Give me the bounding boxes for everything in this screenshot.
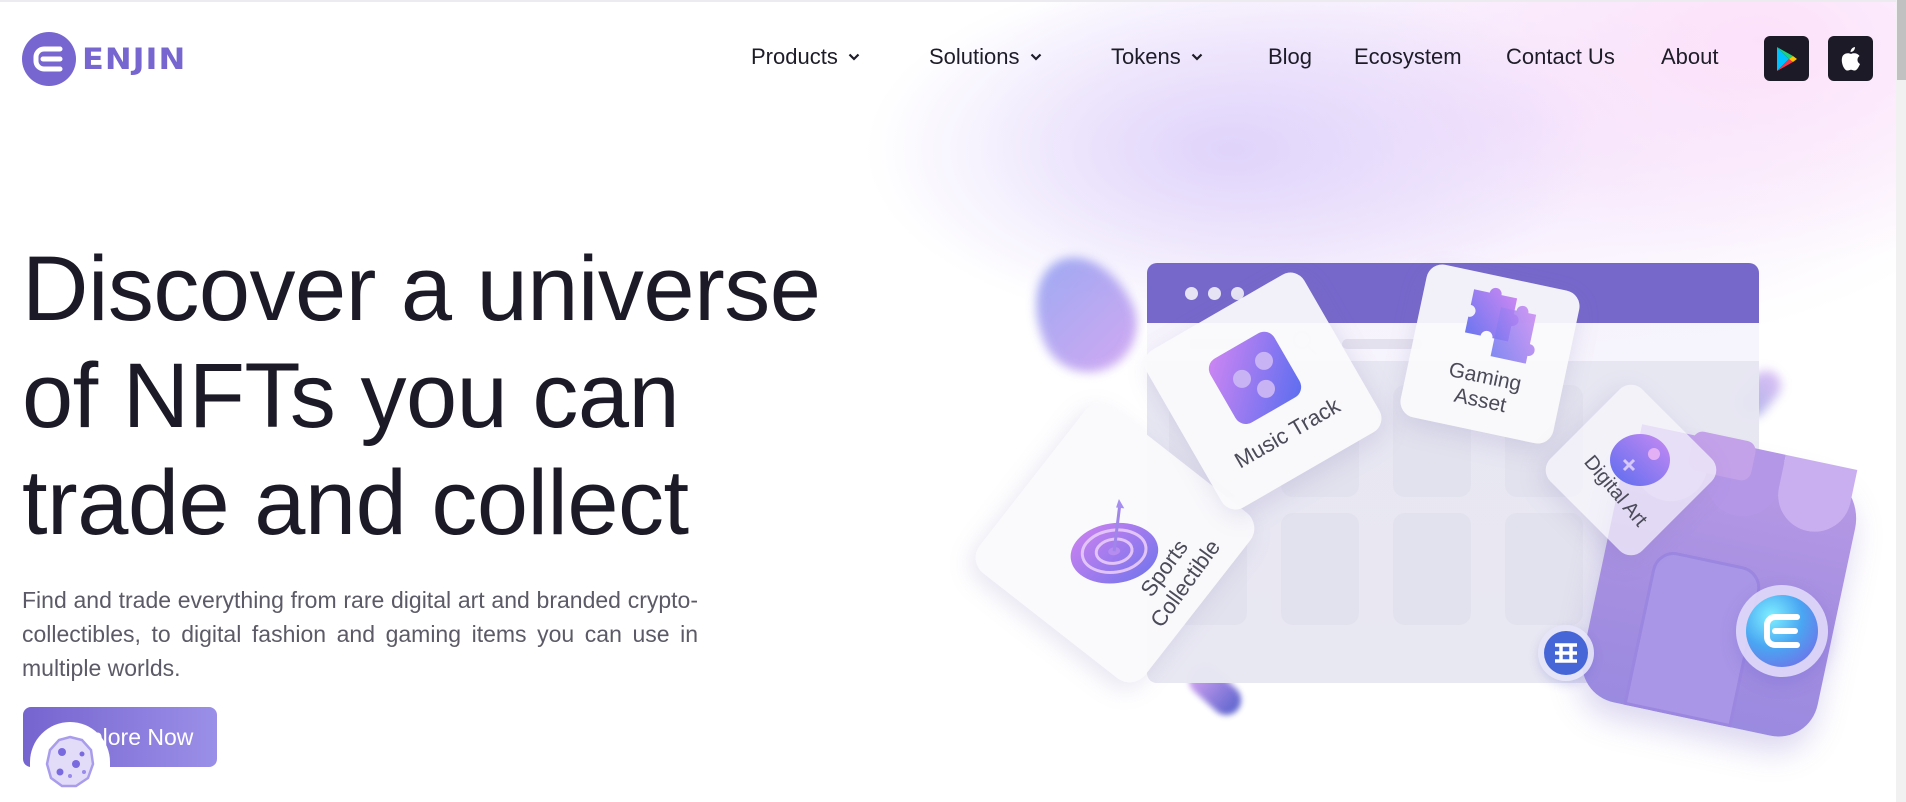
nav-contact-label: Contact Us [1506, 44, 1615, 69]
store-awning [1627, 424, 1858, 539]
brand-name: ENJIN [82, 41, 187, 77]
sports-collectible-label: Sports Collectible [1104, 492, 1246, 660]
enjin-logo[interactable]: ENJIN [22, 32, 186, 86]
browser-title-bar [1147, 263, 1759, 323]
grid-cell [1281, 385, 1359, 497]
hero-title: Discover a universe of NFTs you can trad… [22, 236, 922, 557]
nav-ecosystem-label: Ecosystem [1354, 44, 1462, 69]
nav-blog[interactable]: Blog [1268, 44, 1312, 70]
store-graphic [1574, 424, 1866, 744]
hero-description: Find and trade everything from rare digi… [22, 587, 698, 681]
enjin-coin-icon [1736, 585, 1828, 677]
window-dot [1185, 287, 1198, 300]
browser-search-row [1147, 323, 1759, 361]
decorative-blob [1015, 240, 1153, 388]
grid-cell [1505, 513, 1583, 625]
efinity-token-icon [1538, 625, 1594, 681]
search-bar-graphic [1342, 339, 1422, 349]
scrollbar-thumb[interactable] [1897, 0, 1906, 80]
nft-card-gaming-asset: Gaming Asset [1397, 261, 1583, 447]
top-border [0, 0, 1896, 2]
nft-card-digital-art [1539, 378, 1723, 562]
nft-card-sports-collectible [967, 395, 1263, 691]
google-play-icon [1776, 46, 1797, 71]
page-scrollbar[interactable] [1896, 0, 1906, 802]
nav-solutions-label: Solutions [929, 44, 1020, 69]
store-door [1623, 547, 1765, 728]
store-sign [1686, 429, 1758, 483]
google-play-button[interactable] [1764, 36, 1809, 81]
nav-tokens[interactable]: Tokens [1111, 44, 1203, 70]
grid-cell [1281, 513, 1359, 625]
browser-window-graphic [1147, 263, 1759, 683]
hero-title-line-2: of NFTs you can [22, 345, 680, 447]
digital-art-label: Digital Art [1568, 438, 1663, 545]
hero-title-line-1: Discover a universe [22, 238, 821, 340]
puzzle-icon [1464, 287, 1537, 364]
apple-icon [1841, 46, 1860, 71]
cookie-icon [45, 735, 95, 788]
sliders-icon [1208, 331, 1302, 425]
nav-contact-us[interactable]: Contact Us [1506, 44, 1615, 70]
search-bar-graphic [1189, 339, 1269, 349]
window-dot [1231, 287, 1244, 300]
nav-ecosystem[interactable]: Ecosystem [1354, 44, 1462, 70]
grid-cell [1169, 513, 1247, 625]
nav-solutions[interactable]: Solutions [929, 44, 1042, 70]
nav-blog-label: Blog [1268, 44, 1313, 69]
search-icon [1292, 330, 1317, 355]
nav-tokens-label: Tokens [1111, 44, 1181, 69]
nav-products[interactable]: Products [751, 44, 860, 70]
grid-cell [1393, 513, 1471, 625]
card-label: Sports Collectible [1135, 534, 1226, 632]
chevron-down-icon [1191, 53, 1202, 61]
chevron-down-icon [1030, 53, 1041, 61]
hero-title-line-3: trade and collect [22, 452, 689, 554]
nav-about-label: About [1661, 44, 1719, 69]
decorative-pill [1730, 364, 1788, 424]
target-icon [1070, 499, 1159, 584]
page: ENJIN Products Solutions Tokens Blog Eco… [0, 0, 1896, 802]
grid-cell [1169, 385, 1247, 497]
card-label: Gaming Asset [1446, 358, 1524, 418]
browser-content-area [1147, 361, 1759, 683]
nft-card-music-track: Music Track [1138, 266, 1388, 516]
window-dot [1208, 287, 1221, 300]
grid-cell [1505, 385, 1583, 497]
cookie-consent-button[interactable] [30, 722, 110, 802]
decorative-pill [1182, 658, 1248, 722]
chevron-down-icon [848, 53, 860, 61]
palette-icon [1610, 434, 1670, 486]
card-label: Digital Art [1579, 451, 1652, 532]
app-store-button[interactable] [1828, 36, 1873, 81]
enjin-logo-icon [22, 32, 76, 86]
nav-products-label: Products [751, 44, 838, 69]
nav-about[interactable]: About [1661, 44, 1719, 70]
card-label: Music Track [1230, 392, 1345, 474]
grid-cell [1393, 385, 1471, 497]
